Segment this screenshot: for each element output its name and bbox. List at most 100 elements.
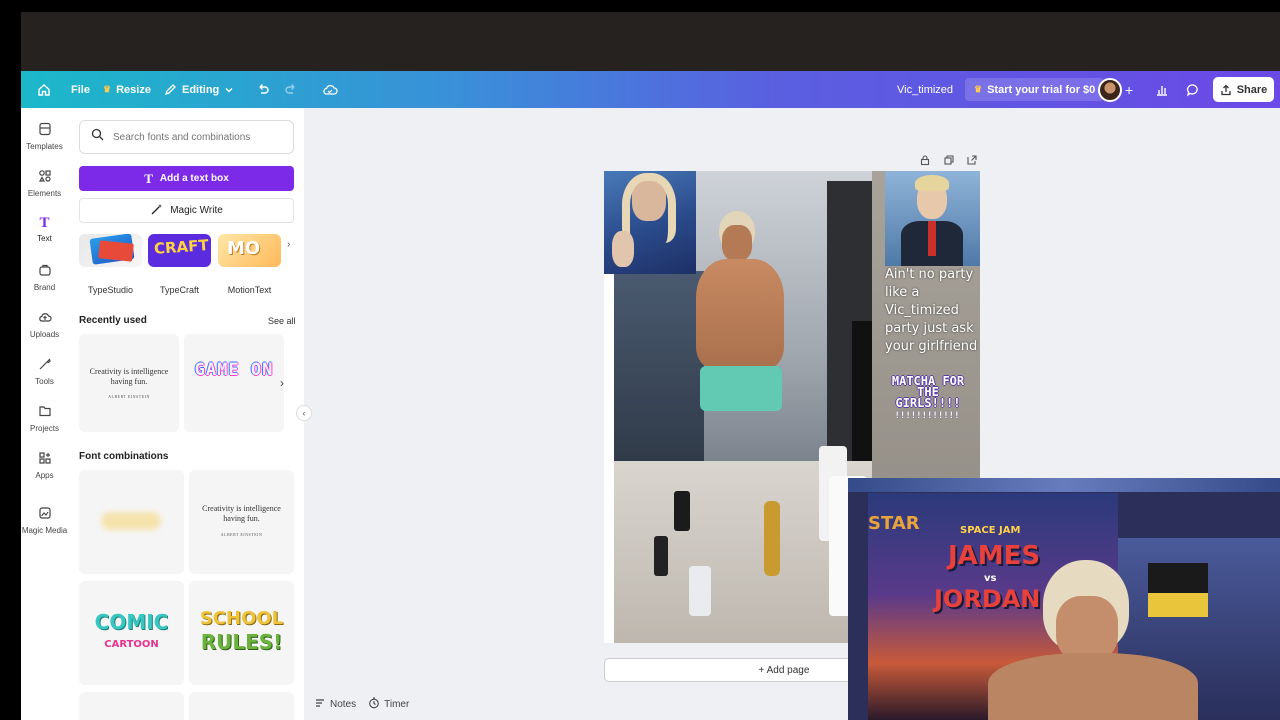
rail-item-templates[interactable]: Templates [21,122,68,151]
font-search-box[interactable] [79,120,294,154]
combo-tile-partial[interactable] [79,692,184,720]
rail-item-apps[interactable]: Apps [21,451,68,480]
window-chrome [21,12,1280,71]
share-button[interactable]: Share [1213,77,1274,102]
trial-label: Start your trial for $0 [987,83,1096,96]
plus-icon: + [1125,81,1134,98]
quote-author: ALBERT EINSTEIN [108,394,150,399]
app-label: MotionText [227,285,272,295]
matcha-caption[interactable]: MATCHA FOR THE GIRLS!!!! [888,375,968,409]
motiontext-tile[interactable]: MO [218,234,281,267]
insights-button[interactable] [1155,71,1169,108]
project-name-label: Vic_timized [897,83,954,96]
rail-label: Elements [27,189,62,198]
see-all-link[interactable]: See all [268,316,296,326]
typecraft-tile[interactable]: CRAFT [148,234,211,267]
chevron-right-icon[interactable]: › [280,376,284,390]
editing-label: Editing [182,83,220,96]
rail-item-text[interactable]: T Text [21,215,68,244]
app-label: TypeStudio [87,285,134,295]
rail-label: Projects [30,424,59,433]
magic-write-button[interactable]: Magic Write [79,198,294,223]
duplicate-icon[interactable] [943,153,955,171]
add-page-icon[interactable] [966,153,978,171]
projects-icon [38,404,52,420]
editor-topbar: File ♛ Resize Editing Vic_timized ♛ Star… [21,71,1280,108]
magic-wand-icon [150,203,163,219]
rail-label: Apps [35,471,54,480]
comment-icon [1186,83,1200,97]
rail-item-tools[interactable]: Tools [21,357,68,386]
recently-used-heading: Recently used [79,315,147,326]
add-collaborator-button[interactable]: + [1125,71,1133,108]
side-rail: Templates Elements T Text Brand Uploads … [21,108,68,720]
uploads-icon [38,310,52,326]
avatar[interactable] [1098,78,1122,102]
text-panel: T Add a text box Magic Write CRAFT MO › … [68,108,304,720]
recent-quote-tile[interactable]: Creativity is intelligence having fun. A… [79,334,179,432]
caption-text[interactable]: Ain't no party like a Vic_timized party … [885,266,980,356]
combo-comic-tile[interactable]: COMIC CARTOON [79,581,184,685]
rail-item-elements[interactable]: Elements [21,169,68,198]
notes-button[interactable]: Notes [314,697,356,712]
editing-mode-dropdown[interactable]: Editing [164,71,234,108]
crown-icon: ♛ [103,84,112,94]
redo-icon [284,83,298,97]
suited-man-image[interactable] [885,171,980,266]
apps-icon [38,451,52,467]
tools-icon [38,357,52,373]
share-label: Share [1236,83,1268,96]
home-icon [37,83,51,97]
rail-item-uploads[interactable]: Uploads [21,310,68,339]
comic-text: COMIC [94,610,169,634]
rail-label: Magic Media [21,526,68,535]
collapse-panel-button[interactable]: ‹ [296,405,312,421]
comments-button[interactable] [1186,71,1200,108]
rail-item-magic-media[interactable]: Magic Media [21,506,68,535]
combo-quote-text: Creativity is intelligence having fun. [202,504,281,523]
fantasy-character-image[interactable] [604,171,696,274]
resize-label: Resize [116,83,151,96]
timer-icon [368,697,380,712]
timer-button[interactable]: Timer [368,697,409,712]
exclamation-caption: !!!!!!!!!!!! [894,411,960,421]
chevron-left-icon: ‹ [302,408,306,418]
typestudio-tile[interactable] [79,234,142,267]
home-button[interactable] [37,71,51,108]
chevron-down-icon [224,85,234,95]
rail-item-brand[interactable]: Brand [21,263,68,292]
resize-button[interactable]: ♛ Resize [103,71,151,108]
search-input[interactable] [113,131,283,143]
start-trial-button[interactable]: ♛ Start your trial for $0 [965,78,1105,101]
rail-item-projects[interactable]: Projects [21,404,68,433]
combo-quote-author: ALBERT EINSTEIN [220,532,263,537]
bar-chart-icon [1155,83,1169,97]
notes-label: Notes [330,699,357,710]
rail-label: Brand [33,283,56,292]
text-icon: T [39,215,50,231]
poster-jordan: JORDAN [934,585,1041,613]
motiontext-thumb-text: MO [227,238,261,259]
combo-glow-tile[interactable] [79,470,184,574]
lock-icon[interactable] [919,153,931,171]
cloud-save-button[interactable] [322,71,338,108]
chevron-right-icon[interactable]: › [287,239,290,250]
recent-game-on-tile[interactable]: GAME ON [184,334,284,432]
rail-label: Templates [26,142,63,151]
person-body [988,653,1198,720]
combo-quote-tile[interactable]: Creativity is intelligence having fun. A… [189,470,294,574]
school-text: SCHOOL [199,608,284,629]
quote-text: Creativity is intelligence having fun. [89,367,169,386]
project-name[interactable]: Vic_timized [897,71,953,108]
add-page-label: + Add page [758,664,810,676]
poster-star: STAR [868,513,920,534]
redo-button[interactable] [284,71,298,108]
combo-tile-partial[interactable] [189,692,294,720]
combo-school-tile[interactable]: SCHOOL RULES! [189,581,294,685]
file-menu[interactable]: File [71,71,90,108]
add-text-box-button[interactable]: T Add a text box [79,166,294,191]
poster-title: SPACE JAM [960,525,1021,536]
glow-script-shape [101,512,161,530]
templates-icon [38,122,52,138]
undo-button[interactable] [256,71,270,108]
